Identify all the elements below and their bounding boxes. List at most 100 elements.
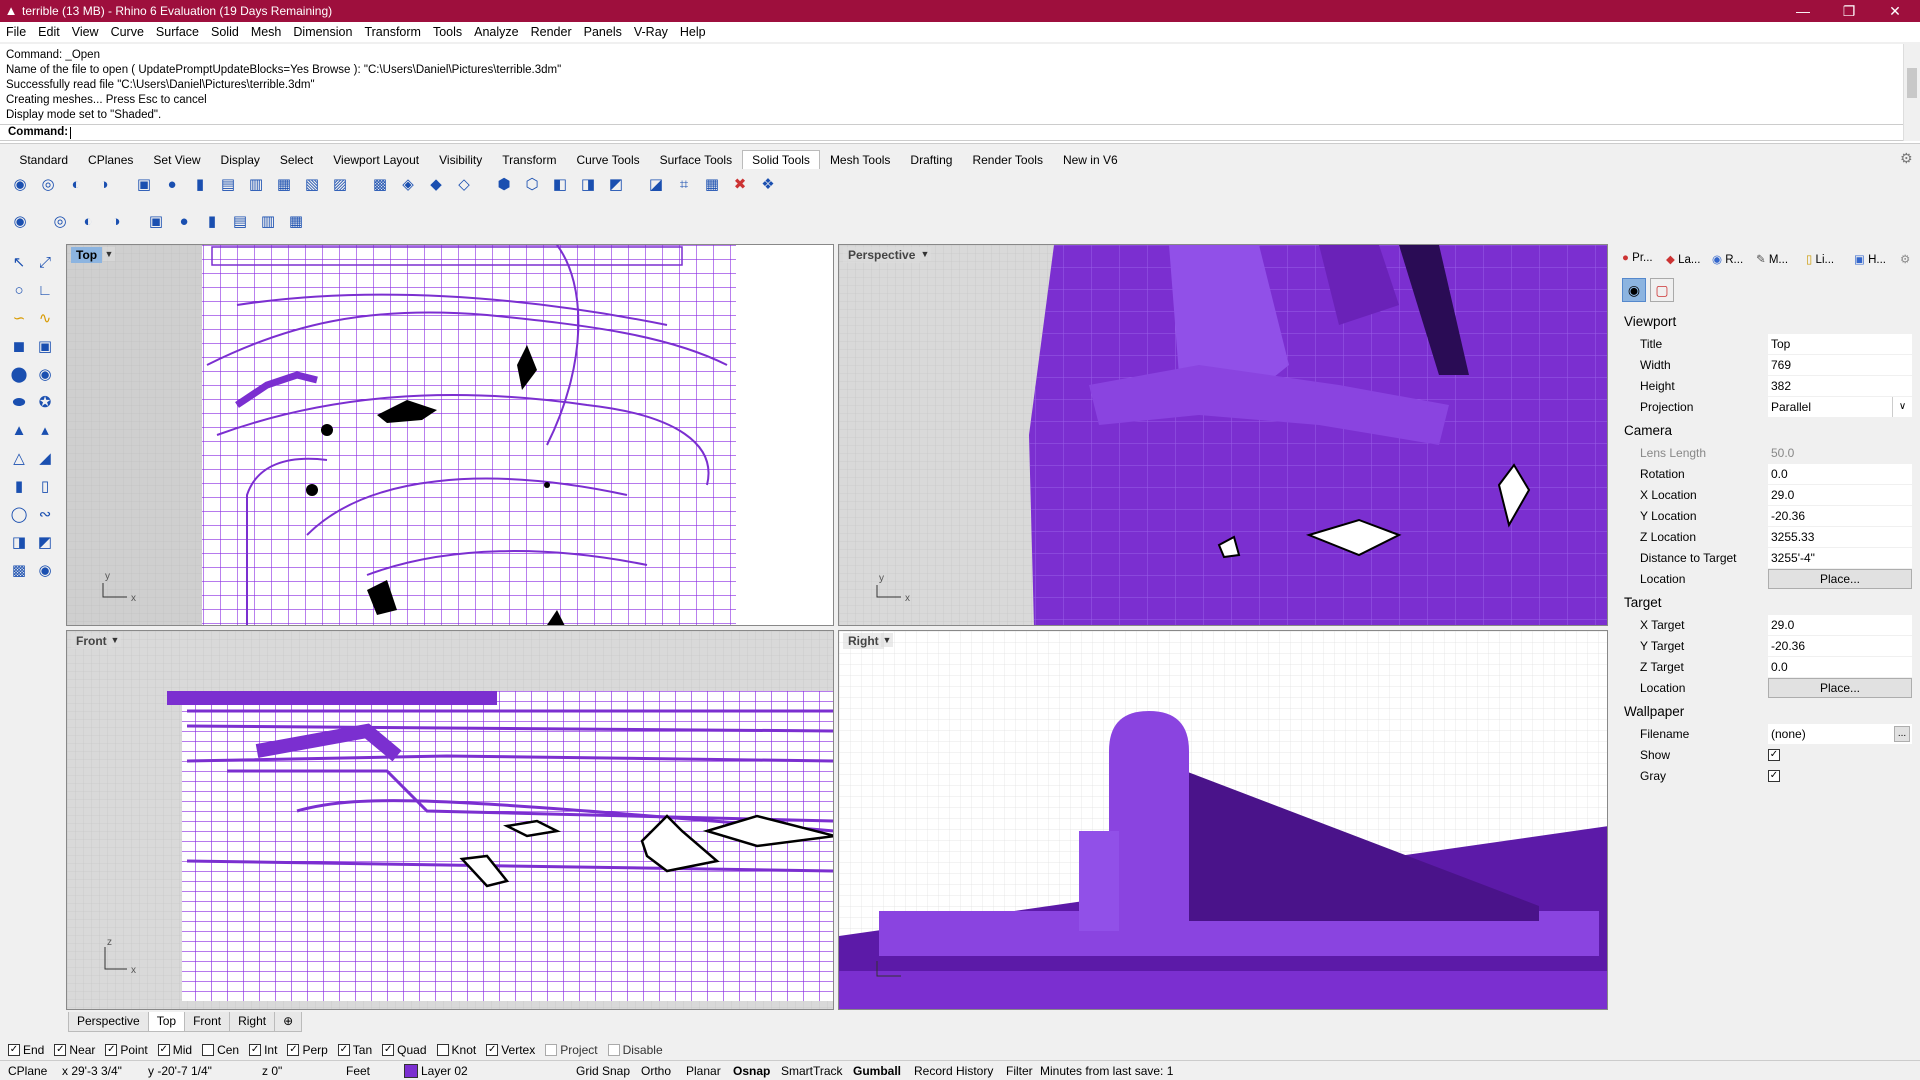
camera-place-button[interactable]: Place...	[1768, 569, 1912, 589]
command-spinner[interactable]	[1903, 124, 1920, 141]
boolean-intersection-icon[interactable]: ◐	[64, 172, 88, 196]
panel-tab-render[interactable]: ◉ R...	[1712, 252, 1743, 266]
menu-help[interactable]: Help	[674, 22, 712, 42]
move-edge-icon[interactable]: ◆	[424, 172, 448, 196]
tube-icon[interactable]: ▯	[33, 474, 57, 498]
scale-icon[interactable]: ⤢	[33, 250, 57, 274]
z-target-field[interactable]: 0.0	[1768, 657, 1912, 677]
viewport-title-front[interactable]: Front	[71, 633, 112, 649]
panel-tab-properties[interactable]: ● Pr...	[1622, 252, 1653, 264]
osnap-quad[interactable]: ✓ Quad	[382, 1043, 427, 1057]
box-edit-icon[interactable]: ▣	[33, 334, 57, 358]
rotation-field[interactable]: 0.0	[1768, 464, 1912, 484]
grid-snap-toggle[interactable]: Grid Snap	[576, 1064, 630, 1078]
mesh-grid-icon[interactable]: ▦	[700, 172, 724, 196]
menu-panels[interactable]: Panels	[578, 22, 628, 42]
menu-mesh[interactable]: Mesh	[245, 22, 288, 42]
wirecut-icon[interactable]: ▨	[328, 172, 352, 196]
x-location-field[interactable]: 29.0	[1768, 485, 1912, 505]
gumball-toggle[interactable]: Gumball	[853, 1064, 901, 1078]
menu-render[interactable]: Render	[525, 22, 578, 42]
pipe-icon[interactable]: ▮	[200, 209, 224, 233]
tab-cplanes[interactable]: CPlanes	[78, 150, 143, 170]
browse-button[interactable]: ...	[1894, 726, 1910, 742]
camera-icon[interactable]: ◉	[1622, 278, 1646, 302]
menu-transform[interactable]: Transform	[358, 22, 427, 42]
paraboloid-icon[interactable]: ✪	[33, 390, 57, 414]
layer-status[interactable]: Layer 02	[421, 1064, 468, 1078]
menu-vray[interactable]: V-Ray	[628, 22, 674, 42]
target-place-button[interactable]: Place...	[1768, 678, 1912, 698]
pipe-icon[interactable]: ∾	[33, 502, 57, 526]
osnap-cen[interactable]: Cen	[202, 1043, 239, 1057]
record-history-toggle[interactable]: Record History	[914, 1064, 993, 1078]
menu-view[interactable]: View	[66, 22, 105, 42]
gray-checkbox[interactable]: ✓	[1768, 770, 1780, 782]
projection-select[interactable]: Parallel	[1768, 397, 1912, 417]
rebuild-icon[interactable]: ◧	[548, 172, 572, 196]
viewport-perspective[interactable]: y x Perspective ▼	[838, 244, 1608, 626]
wedge-icon[interactable]: ◢	[33, 446, 57, 470]
viewport-right[interactable]: Right ▼	[838, 630, 1608, 1010]
tab-curve-tools[interactable]: Curve Tools	[566, 150, 649, 170]
chevron-down-icon[interactable]: ▼	[881, 633, 893, 647]
point-icon[interactable]: ○	[7, 278, 31, 302]
boundary-icon[interactable]: ◑	[104, 209, 128, 233]
vptab-front[interactable]: Front	[184, 1012, 231, 1032]
cylinder-icon[interactable]: ▮	[7, 474, 31, 498]
menu-curve[interactable]: Curve	[105, 22, 150, 42]
delete-face-icon[interactable]: ✖	[728, 172, 752, 196]
smarttrack-toggle[interactable]: SmartTrack	[781, 1064, 843, 1078]
y-location-field[interactable]: -20.36	[1768, 506, 1912, 526]
sphere-edit-icon[interactable]: ◉	[33, 362, 57, 386]
x-target-field[interactable]: 29.0	[1768, 615, 1912, 635]
osnap-checkbox[interactable]: ✓	[157, 1044, 170, 1056]
history-scrollbar[interactable]	[1903, 44, 1920, 124]
panel-tab-materials[interactable]: ✎ M...	[1756, 252, 1788, 266]
analyze-icon[interactable]: ◎	[48, 209, 72, 233]
osnap-checkbox[interactable]	[436, 1044, 449, 1056]
boolean-split-icon[interactable]: ◑	[92, 172, 116, 196]
osnap-checkbox[interactable]: ✓	[382, 1044, 395, 1056]
menu-solid[interactable]: Solid	[205, 22, 245, 42]
close-button[interactable]: ✕	[1872, 0, 1918, 22]
vptab-top[interactable]: Top	[147, 1012, 186, 1032]
ellipsoid-icon[interactable]: ⬬	[7, 390, 31, 414]
osnap-perp[interactable]: ✓ Perp	[287, 1043, 328, 1057]
osnap-checkbox[interactable]: ✓	[54, 1044, 67, 1056]
y-target-field[interactable]: -20.36	[1768, 636, 1912, 656]
vptab-perspective[interactable]: Perspective	[68, 1012, 149, 1032]
polyline-icon[interactable]: ∟	[33, 278, 57, 302]
cylinder-icon[interactable]: ▮	[188, 172, 212, 196]
panel-tab-layers[interactable]: ◆ La...	[1666, 252, 1700, 266]
tab-solid-tools[interactable]: Solid Tools	[742, 150, 820, 169]
tab-transform[interactable]: Transform	[492, 150, 566, 170]
sweep-icon[interactable]: ▥	[256, 209, 280, 233]
extrude-icon[interactable]: ◨	[7, 530, 31, 554]
osnap-vertex[interactable]: ✓ Vertex	[486, 1043, 535, 1057]
panel-tab-libraries[interactable]: ▯ Li...	[1806, 252, 1834, 266]
osnap-checkbox[interactable]: ✓	[8, 1044, 20, 1056]
osnap-end[interactable]: ✓ End	[8, 1043, 44, 1057]
rail-icon[interactable]: ▦	[284, 209, 308, 233]
tab-surface-tools[interactable]: Surface Tools	[650, 150, 743, 170]
extrude-edit-icon[interactable]: ◩	[33, 530, 57, 554]
sphere-icon[interactable]: ⬤	[7, 362, 31, 386]
restore-button[interactable]: ❐	[1826, 0, 1872, 22]
viewport-front[interactable]: z x Front ▼	[66, 630, 834, 1010]
menu-dimension[interactable]: Dimension	[287, 22, 358, 42]
merge-face-icon[interactable]: ⬢	[492, 172, 516, 196]
osnap-checkbox[interactable]: ✓	[105, 1044, 118, 1056]
flow-icon[interactable]: ●	[172, 209, 196, 233]
object-icon[interactable]: ▢	[1650, 278, 1674, 302]
ortho-toggle[interactable]: Ortho	[641, 1064, 671, 1078]
planar-toggle[interactable]: Planar	[686, 1064, 721, 1078]
osnap-knot[interactable]: Knot	[436, 1043, 476, 1057]
move-face-icon[interactable]: ◈	[396, 172, 420, 196]
split-face-icon[interactable]: ◇	[452, 172, 476, 196]
torus-icon[interactable]: ◯	[7, 502, 31, 526]
network-icon[interactable]: ▣	[144, 209, 168, 233]
loft-icon[interactable]: ▤	[228, 209, 252, 233]
tab-mesh-tools[interactable]: Mesh Tools	[820, 150, 900, 170]
freeform-icon[interactable]: ∿	[33, 306, 57, 330]
